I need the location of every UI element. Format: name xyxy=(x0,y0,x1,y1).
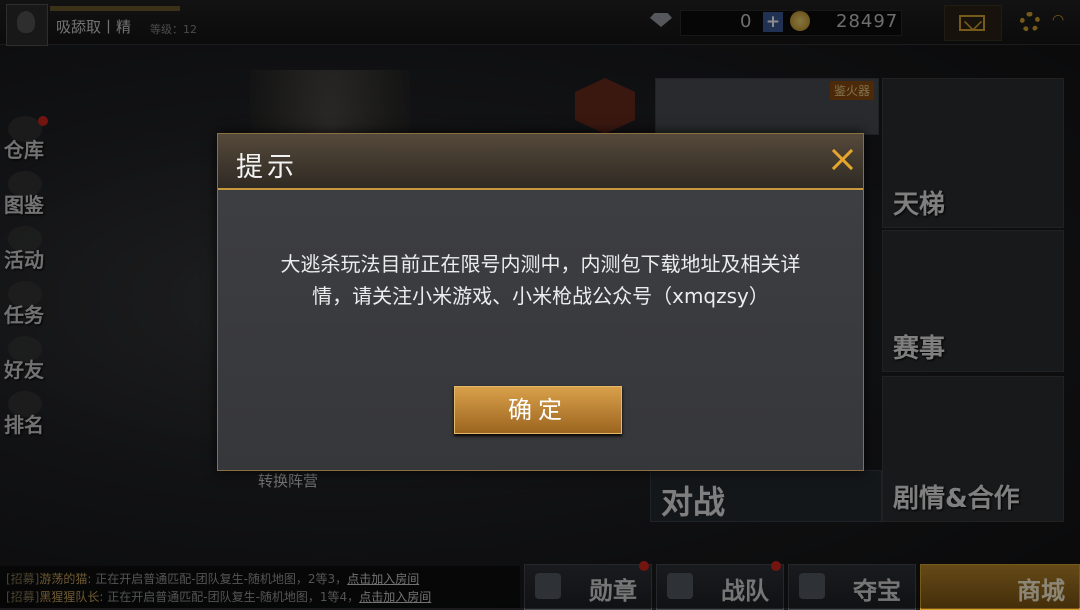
notice-dialog: 提示 大逃杀玩法目前正在限号内测中，内测包下载地址及相关详情，请关注小米游戏、小… xyxy=(217,133,864,471)
dialog-title: 提示 xyxy=(236,152,298,183)
dialog-header: 提示 xyxy=(218,134,863,190)
confirm-button[interactable]: 确定 xyxy=(454,386,622,434)
dialog-body: 大逃杀玩法目前正在限号内测中，内测包下载地址及相关详情，请关注小米游戏、小米枪战… xyxy=(218,190,863,470)
dialog-message: 大逃杀玩法目前正在限号内测中，内测包下载地址及相关详情，请关注小米游戏、小米枪战… xyxy=(280,252,801,308)
close-icon[interactable] xyxy=(830,147,854,171)
